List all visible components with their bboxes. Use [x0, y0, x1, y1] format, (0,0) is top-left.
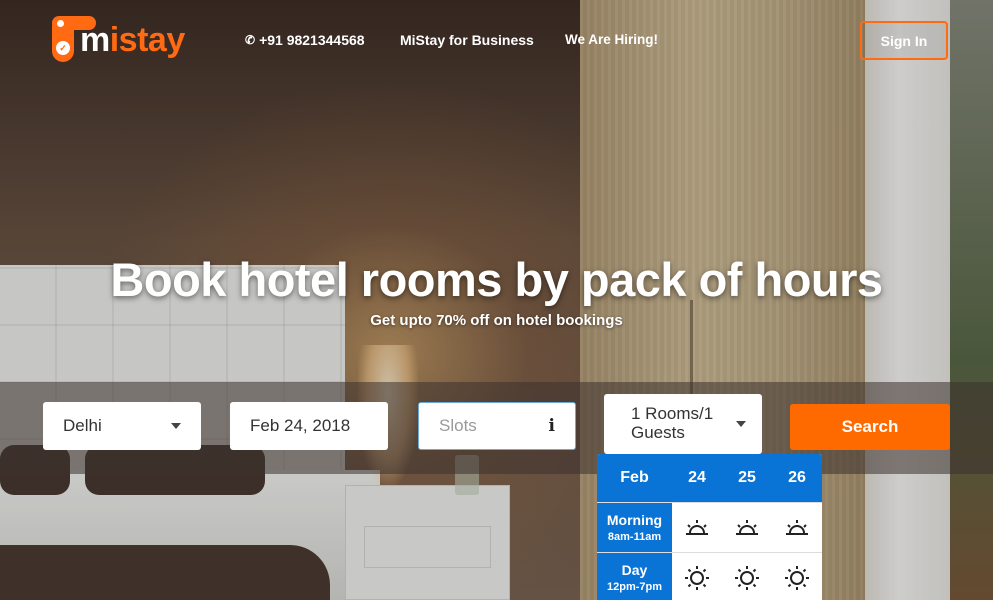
slot-picker-header: Feb 24 25 26	[597, 454, 822, 502]
logo-text: mistay	[80, 20, 185, 59]
slot-row-label: Morning 8am-11am	[597, 503, 672, 552]
phone-link[interactable]: ✆ +91 9821344568	[245, 32, 365, 48]
sign-in-button[interactable]: Sign In	[860, 21, 948, 60]
slot-day: 25	[738, 469, 756, 486]
rooms-guests-value: 1 Rooms/1 Guests	[631, 404, 714, 442]
business-link[interactable]: MiStay for Business	[400, 32, 534, 48]
slot-cell[interactable]	[672, 503, 722, 552]
info-icon[interactable]: i	[549, 416, 555, 436]
city-select[interactable]: Delhi	[43, 402, 201, 450]
mistay-logo[interactable]: ✓ mistay	[52, 14, 185, 64]
slot-cell[interactable]	[722, 503, 772, 552]
sun-icon	[685, 565, 709, 590]
search-button[interactable]: Search	[790, 404, 950, 450]
slot-day: 24	[688, 469, 706, 486]
hero-headline: Book hotel rooms by pack of hours	[110, 253, 883, 306]
phone-icon: ✆	[245, 33, 256, 47]
slot-month: Feb	[620, 469, 649, 486]
rooms-guests-select[interactable]: 1 Rooms/1 Guests	[604, 394, 762, 454]
sunrise-icon	[686, 519, 708, 535]
slot-cell[interactable]	[722, 553, 772, 600]
phone-number: +91 9821344568	[259, 32, 365, 48]
slot-cell[interactable]	[772, 503, 822, 552]
slot-row-label: Day 12pm-7pm	[597, 553, 672, 600]
sunrise-icon	[786, 519, 808, 535]
hero-subline: Get upto 70% off on hotel bookings	[370, 312, 623, 329]
slots-field[interactable]: Slots i	[418, 402, 576, 450]
sun-icon	[785, 565, 809, 590]
chevron-down-icon	[736, 421, 746, 427]
door-hanger-icon: ✓	[52, 14, 96, 64]
slots-placeholder: Slots	[439, 416, 477, 435]
date-field[interactable]: Feb 24, 2018	[230, 402, 388, 450]
chevron-down-icon	[171, 423, 181, 429]
slot-row-day: Day 12pm-7pm	[597, 552, 822, 600]
slot-row-morning: Morning 8am-11am	[597, 502, 822, 552]
slot-cell[interactable]	[672, 553, 722, 600]
hiring-link[interactable]: We Are Hiring!	[565, 32, 658, 47]
slot-cell[interactable]	[772, 553, 822, 600]
sunrise-icon	[736, 519, 758, 535]
sun-icon	[735, 565, 759, 590]
slot-picker: Feb 24 25 26 Morning 8am-11am Day 12pm-7…	[597, 454, 822, 600]
date-value: Feb 24, 2018	[250, 416, 351, 435]
city-value: Delhi	[63, 416, 102, 435]
slot-day: 26	[788, 469, 806, 486]
